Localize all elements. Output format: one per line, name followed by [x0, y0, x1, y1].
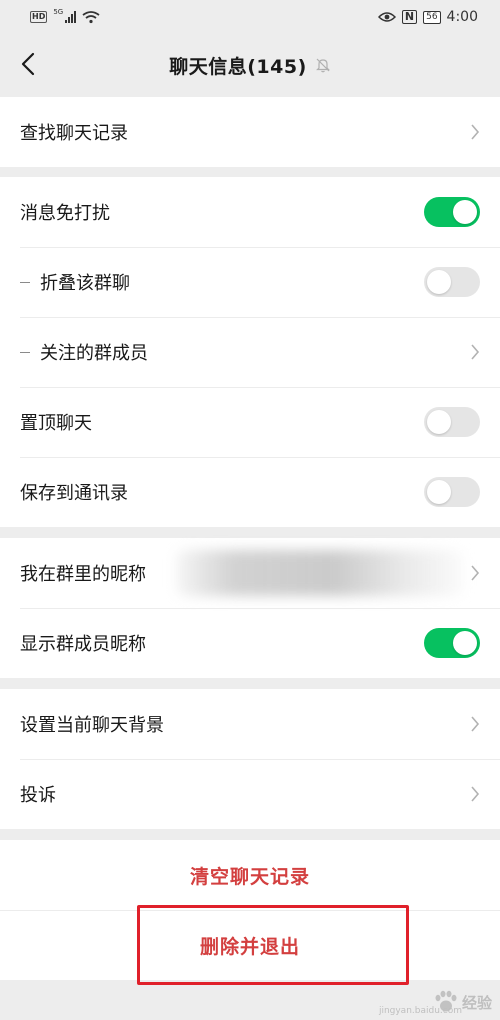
complain-row[interactable]: 投诉: [0, 759, 500, 829]
toggle-knob: [453, 631, 477, 655]
chevron-left-icon: [21, 52, 35, 76]
actions-group: 清空聊天记录 删除并退出: [0, 840, 500, 980]
complain-label: 投诉: [20, 785, 56, 806]
clear-history-button[interactable]: 清空聊天记录: [0, 840, 500, 910]
page-title: 聊天信息(145): [169, 55, 307, 78]
fold-chat-row: 折叠该群聊: [0, 247, 500, 317]
chevron-right-icon: [470, 565, 480, 581]
misc-group: 设置当前聊天背景 投诉: [0, 689, 500, 829]
show-nickname-row: 显示群成员昵称: [0, 608, 500, 678]
dnd-label: 消息免打扰: [20, 203, 110, 224]
show-nickname-label: 显示群成员昵称: [20, 634, 146, 655]
dnd-row: 消息免打扰: [0, 177, 500, 247]
chevron-right-icon: [470, 786, 480, 802]
chat-background-row[interactable]: 设置当前聊天背景: [0, 689, 500, 759]
toggle-knob: [427, 410, 451, 434]
save-contacts-label: 保存到通讯录: [20, 483, 128, 504]
watermark-text: 经验: [461, 993, 492, 1012]
toggle-knob: [453, 200, 477, 224]
hd-badge: HD: [30, 11, 48, 23]
delete-and-exit-label: 删除并退出: [199, 935, 300, 958]
delete-and-exit-button[interactable]: 删除并退出: [0, 910, 500, 980]
clear-history-label: 清空聊天记录: [189, 865, 310, 888]
my-nickname-row[interactable]: 我在群里的昵称: [0, 538, 500, 608]
wifi-icon: [82, 11, 100, 24]
eye-icon: [377, 12, 396, 22]
nickname-group: 我在群里的昵称 显示群成员昵称: [0, 538, 500, 678]
nav-bar: 聊天信息(145): [0, 34, 500, 96]
my-nickname-label: 我在群里的昵称: [20, 564, 146, 585]
battery-indicator: 56: [423, 10, 441, 24]
dnd-toggle[interactable]: [424, 197, 480, 227]
status-bar: HD 5G N 56 4:00: [0, 0, 500, 34]
chevron-right-icon: [470, 124, 480, 140]
chevron-right-icon: [470, 716, 480, 732]
toggle-knob: [427, 270, 451, 294]
back-button[interactable]: [14, 50, 42, 78]
watermark-subtext: jingyan.baidu.com: [378, 1006, 462, 1016]
save-contacts-toggle[interactable]: [424, 477, 480, 507]
sub-item-dash: [20, 351, 30, 353]
bell-muted-icon: [315, 57, 331, 73]
chat-settings-group: 消息免打扰 折叠该群聊 关注的群成员 置顶聊天 保存到通讯录: [0, 177, 500, 527]
followed-members-label: 关注的群成员: [40, 343, 148, 364]
status-left: HD 5G: [30, 8, 100, 24]
chevron-right-icon: [470, 344, 480, 360]
clock: 4:00: [446, 9, 478, 25]
sub-item-dash: [20, 281, 30, 283]
show-nickname-toggle[interactable]: [424, 628, 480, 658]
chat-background-label: 设置当前聊天背景: [20, 715, 164, 736]
watermark: 经验 jingyan.baidu.com: [379, 990, 492, 1016]
toggle-knob: [427, 480, 451, 504]
search-history-label: 查找聊天记录: [20, 123, 128, 144]
pin-chat-row: 置顶聊天: [0, 387, 500, 457]
search-group: 查找聊天记录: [0, 97, 500, 167]
blurred-nickname-value: [176, 550, 464, 596]
fold-chat-label: 折叠该群聊: [40, 273, 130, 294]
pin-chat-toggle[interactable]: [424, 407, 480, 437]
signal-icon: [65, 11, 77, 23]
pin-chat-label: 置顶聊天: [20, 413, 92, 434]
search-history-row[interactable]: 查找聊天记录: [0, 97, 500, 167]
fold-chat-toggle[interactable]: [424, 267, 480, 297]
network-type: 5G: [53, 8, 64, 16]
save-contacts-row: 保存到通讯录: [0, 457, 500, 527]
nfc-icon: N: [401, 10, 418, 24]
status-right: N 56 4:00: [377, 9, 478, 25]
followed-members-row[interactable]: 关注的群成员: [0, 317, 500, 387]
